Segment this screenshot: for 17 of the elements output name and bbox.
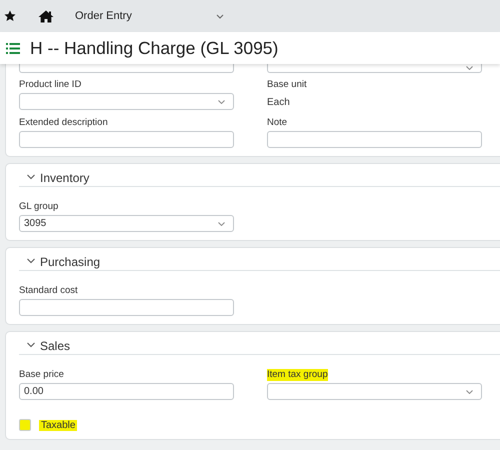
field-label: Extended description (19, 117, 108, 129)
section-title[interactable]: Sales (40, 339, 70, 353)
checkbox-label: Taxable (39, 420, 78, 430)
section-title[interactable]: Purchasing (40, 255, 100, 269)
menu-dropdown[interactable]: Order Entry (75, 10, 224, 22)
field-label: Item tax group (267, 369, 328, 381)
field-value: Each (267, 97, 290, 110)
page-title: H -- Handling Charge (GL 3095) (30, 38, 278, 58)
input-field[interactable]: 0.00 (19, 383, 234, 400)
field-label: Standard cost (19, 285, 78, 297)
field-label: GL group (19, 201, 58, 213)
dropdown-field[interactable]: 3095 (19, 215, 234, 232)
section-title[interactable]: Inventory (40, 171, 90, 185)
field-label: Base unit (267, 79, 307, 91)
field-label: Product line ID (19, 79, 82, 91)
field-label: Base price (19, 369, 64, 381)
field-label: Note (267, 117, 288, 129)
